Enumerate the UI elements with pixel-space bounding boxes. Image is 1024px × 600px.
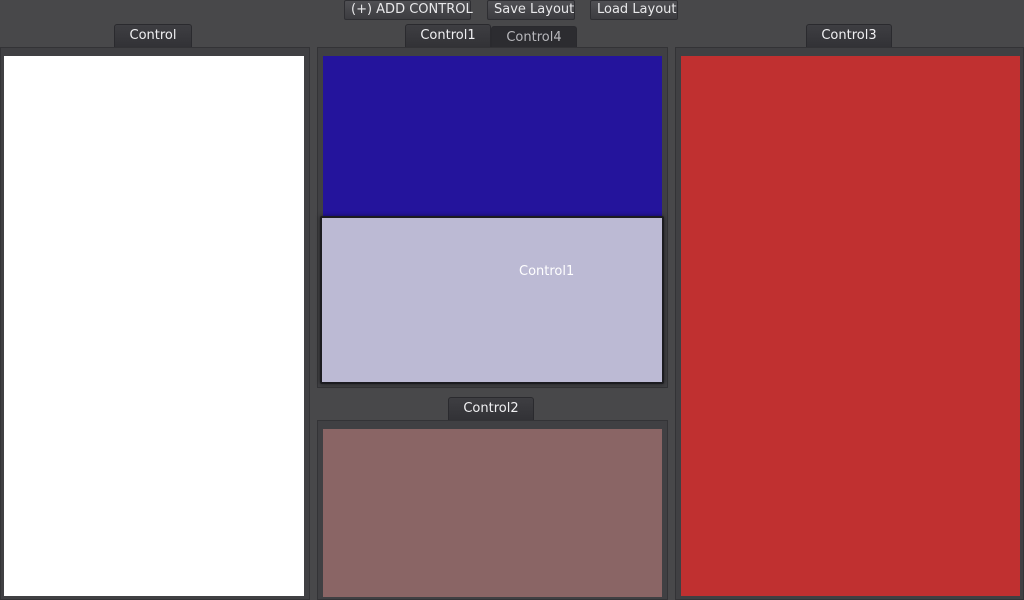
dock-layout-window: (+) ADD CONTROL Save Layout Load Layout …: [0, 0, 1024, 600]
save-layout-button[interactable]: Save Layout: [487, 0, 575, 20]
tab-control2[interactable]: Control2: [448, 397, 534, 420]
tab-control3[interactable]: Control3: [806, 24, 892, 47]
bottom-center-dock-panel: [317, 420, 668, 600]
load-layout-button[interactable]: Load Layout: [590, 0, 678, 20]
control2-content[interactable]: [323, 429, 662, 597]
control3-content[interactable]: [681, 56, 1020, 596]
right-dock-panel: [675, 47, 1024, 600]
drag-preview-label: Control1: [519, 264, 575, 279]
tab-control1[interactable]: Control1: [405, 24, 491, 47]
control-content[interactable]: [4, 56, 304, 596]
add-control-button[interactable]: (+) ADD CONTROL: [344, 0, 473, 20]
drag-preview-overlay[interactable]: Control1: [320, 216, 664, 384]
tab-control4[interactable]: Control4: [491, 26, 577, 47]
tab-control[interactable]: Control: [114, 24, 192, 47]
left-dock-panel: [0, 47, 310, 600]
